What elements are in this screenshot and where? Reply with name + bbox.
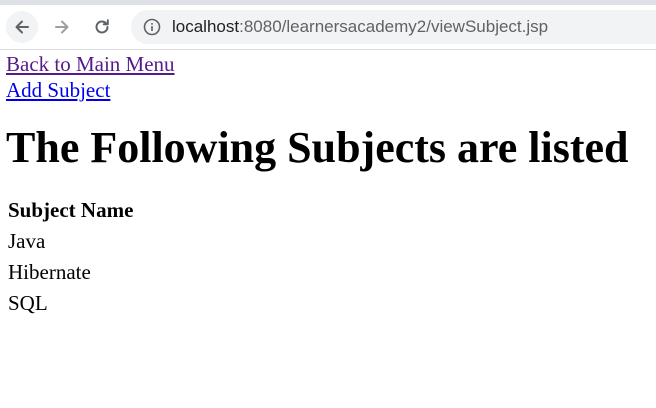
arrow-right-icon xyxy=(55,20,69,34)
subject-cell: Hibernate xyxy=(8,260,91,284)
back-button[interactable] xyxy=(6,11,38,43)
page-content: Back to Main Menu Add Subject The Follow… xyxy=(0,51,656,320)
address-bar[interactable]: localhost:8080/learnersacademy2/viewSubj… xyxy=(131,10,656,44)
reload-button[interactable] xyxy=(86,11,118,43)
info-icon[interactable] xyxy=(143,18,161,36)
tab-strip xyxy=(0,0,656,5)
back-to-main-menu-link[interactable]: Back to Main Menu xyxy=(6,51,175,77)
table-row: Java xyxy=(7,227,134,256)
table-row: Hibernate xyxy=(7,258,134,287)
url-path: :8080/learnersacademy2/viewSubject.jsp xyxy=(239,17,549,36)
table-header-row: Subject Name xyxy=(7,196,134,225)
add-link-line: Add Subject xyxy=(6,77,656,103)
subject-cell: SQL xyxy=(8,291,48,315)
reload-icon xyxy=(95,19,109,34)
forward-button[interactable] xyxy=(46,11,78,43)
arrow-left-icon xyxy=(15,20,29,34)
back-link-line: Back to Main Menu xyxy=(6,51,656,77)
browser-toolbar: localhost:8080/learnersacademy2/viewSubj… xyxy=(0,0,656,50)
page-title: The Following Subjects are listed xyxy=(6,123,629,172)
url-host: localhost xyxy=(172,17,240,36)
subjects-table: Subject Name Java Hibernate SQL xyxy=(5,194,136,320)
add-subject-link[interactable]: Add Subject xyxy=(6,77,110,103)
url-text[interactable]: localhost:8080/learnersacademy2/viewSubj… xyxy=(172,17,548,37)
table-row: SQL xyxy=(7,289,134,318)
subject-name-header: Subject Name xyxy=(8,198,134,222)
subject-cell: Java xyxy=(8,229,46,253)
